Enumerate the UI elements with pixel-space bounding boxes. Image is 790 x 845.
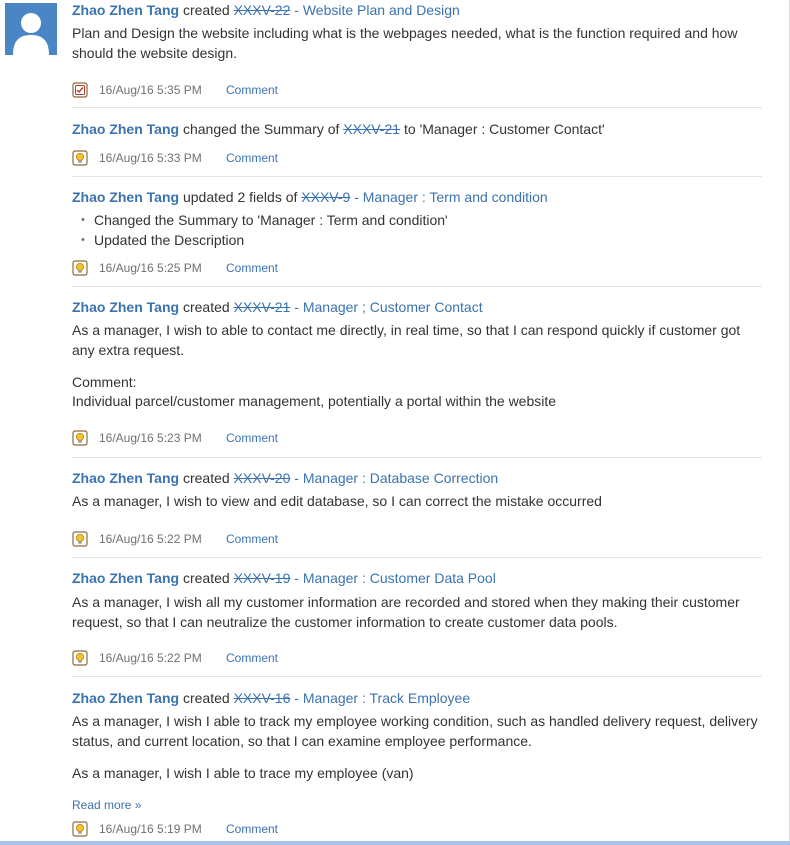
comment-heading: Comment: — [72, 374, 137, 390]
activity-meta: 16/Aug/16 5:33 PM Comment — [72, 149, 278, 167]
story-icon — [72, 650, 88, 666]
activity-verb: created — [182, 470, 230, 486]
author-link[interactable]: Zhao Zhen Tang — [72, 299, 179, 315]
timestamp: 16/Aug/16 5:22 PM — [99, 532, 202, 546]
timestamp: 16/Aug/16 5:25 PM — [99, 261, 202, 275]
story-icon — [72, 260, 88, 276]
comment-link[interactable]: Comment — [226, 431, 278, 445]
comment-link[interactable]: Comment — [226, 532, 278, 546]
activity-meta: 16/Aug/16 5:23 PM Comment — [72, 429, 278, 447]
timestamp: 16/Aug/16 5:35 PM — [99, 83, 202, 97]
author-link[interactable]: Zhao Zhen Tang — [72, 121, 179, 137]
activity-verb: created — [182, 690, 230, 706]
activity-headline: Zhao Zhen Tang created XXXV-20 - Manager… — [72, 468, 498, 488]
bottom-border — [0, 841, 790, 845]
activity-meta: 16/Aug/16 5:22 PM Comment — [72, 649, 278, 667]
story-icon — [72, 531, 88, 547]
issue-key-link[interactable]: XXXV-16 — [234, 690, 291, 706]
task-icon — [72, 82, 88, 98]
activity-description: Plan and Design the website including wh… — [72, 25, 738, 61]
change-list: Changed the Summary to 'Manager : Term a… — [72, 211, 762, 250]
user-avatar[interactable] — [5, 3, 57, 55]
divider — [72, 557, 762, 558]
comment-link[interactable]: Comment — [226, 151, 278, 165]
change-item: Changed the Summary to 'Manager : Term a… — [72, 211, 762, 231]
divider — [72, 457, 762, 458]
issue-title-link[interactable]: - Manager : Customer Data Pool — [294, 570, 496, 586]
read-more-link[interactable]: Read more » — [72, 798, 141, 812]
activity-description: As a manager, I wish to able to contact … — [72, 322, 741, 358]
comment-link[interactable]: Comment — [226, 651, 278, 665]
author-link[interactable]: Zhao Zhen Tang — [72, 2, 179, 18]
timestamp: 16/Aug/16 5:33 PM — [99, 151, 202, 165]
activity-verb: created — [182, 570, 230, 586]
change-item: Updated the Description — [72, 231, 762, 251]
story-icon — [72, 150, 88, 166]
comment-link[interactable]: Comment — [226, 261, 278, 275]
activity-meta: 16/Aug/16 5:35 PM Comment — [72, 81, 278, 99]
issue-key-link[interactable]: XXXV-19 — [234, 570, 291, 586]
activity-headline: Zhao Zhen Tang created XXXV-16 - Manager… — [72, 688, 470, 708]
issue-key-link[interactable]: XXXV-22 — [234, 2, 291, 18]
activity-verb: updated 2 fields of — [182, 189, 298, 205]
activity-suffix: to 'Manager : Customer Contact' — [404, 121, 605, 137]
issue-key-link[interactable]: XXXV-20 — [234, 470, 291, 486]
activity-headline: Zhao Zhen Tang created XXXV-19 - Manager… — [72, 568, 496, 588]
issue-title-link[interactable]: - Manager ; Customer Contact — [294, 299, 482, 315]
comment-link[interactable]: Comment — [226, 822, 278, 836]
divider — [72, 107, 762, 108]
issue-key-link[interactable]: XXXV-21 — [234, 299, 291, 315]
divider — [72, 286, 762, 287]
author-link[interactable]: Zhao Zhen Tang — [72, 189, 179, 205]
activity-meta: 16/Aug/16 5:22 PM Comment — [72, 530, 278, 548]
activity-meta: 16/Aug/16 5:19 PM Comment — [72, 820, 278, 838]
comment-text: Individual parcel/customer management, p… — [72, 393, 557, 409]
activity-description: As a manager, I wish I able to track my … — [72, 713, 758, 749]
divider — [72, 176, 762, 177]
issue-key-link[interactable]: XXXV-21 — [343, 121, 400, 137]
comment-link[interactable]: Comment — [226, 83, 278, 97]
story-icon — [72, 821, 88, 837]
author-link[interactable]: Zhao Zhen Tang — [72, 570, 179, 586]
activity-verb: created — [182, 299, 230, 315]
story-icon — [72, 430, 88, 446]
issue-title-link[interactable]: - Manager : Track Employee — [294, 690, 470, 706]
author-link[interactable]: Zhao Zhen Tang — [72, 690, 179, 706]
issue-title-link[interactable]: - Website Plan and Design — [294, 2, 460, 18]
divider — [72, 676, 762, 677]
activity-headline: Zhao Zhen Tang created XXXV-22 - Website… — [72, 0, 460, 20]
author-link[interactable]: Zhao Zhen Tang — [72, 470, 179, 486]
activity-meta: 16/Aug/16 5:25 PM Comment — [72, 259, 278, 277]
timestamp: 16/Aug/16 5:22 PM — [99, 651, 202, 665]
timestamp: 16/Aug/16 5:23 PM — [99, 431, 202, 445]
activity-description-more: As a manager, I wish I able to trace my … — [72, 765, 414, 781]
activity-headline: Zhao Zhen Tang created XXXV-21 - Manager… — [72, 297, 483, 317]
activity-headline: Zhao Zhen Tang changed the Summary of XX… — [72, 119, 605, 139]
activity-headline: Zhao Zhen Tang updated 2 fields of XXXV-… — [72, 187, 548, 207]
activity-verb: created — [182, 2, 230, 18]
timestamp: 16/Aug/16 5:19 PM — [99, 822, 202, 836]
activity-description: As a manager, I wish to view and edit da… — [72, 493, 602, 509]
activity-stream-panel: Zhao Zhen Tang created XXXV-22 - Website… — [0, 0, 790, 845]
activity-verb: changed the Summary of — [182, 121, 340, 137]
issue-title-link[interactable]: - Manager : Database Correction — [294, 470, 498, 486]
issue-title-link[interactable]: - Manager : Term and condition — [354, 189, 548, 205]
activity-description: As a manager, I wish all my customer inf… — [72, 594, 740, 630]
issue-key-link[interactable]: XXXV-9 — [301, 189, 350, 205]
